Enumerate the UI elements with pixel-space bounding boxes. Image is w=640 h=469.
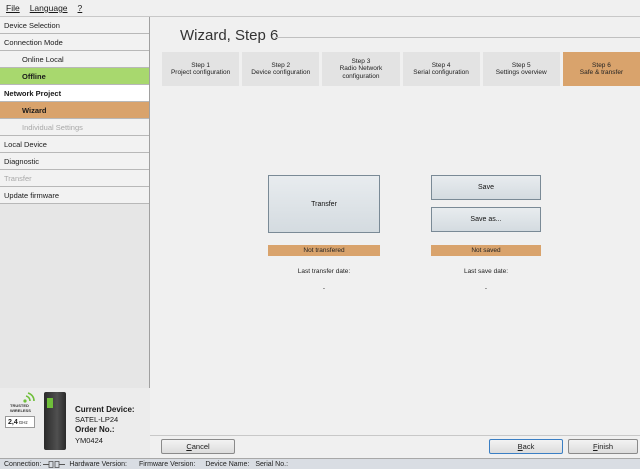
status-bar: Connection: Hardware Version: Firmware V… [0, 458, 640, 469]
step-1[interactable]: Step 1 Project configuration [162, 52, 240, 86]
title-divider [275, 37, 640, 38]
back-button[interactable]: Back [489, 439, 563, 454]
last-transfer-value: - [322, 285, 326, 292]
last-save-label: Last save date: [463, 268, 509, 275]
menu-bar: File Language ? [0, 0, 640, 17]
step-3[interactable]: Step 3 Radio Network configuration [322, 52, 400, 86]
sidebar-item-online-local[interactable]: Online Local [0, 51, 149, 68]
sidebar-item-transfer: Transfer [0, 170, 149, 187]
step-6[interactable]: Step 6 Safe & transfer [562, 52, 640, 86]
current-device-label: Current Device: [75, 405, 135, 414]
hardware-version-label: Hardware Version: [69, 460, 127, 468]
current-device-value: SATEL-LP24 [75, 415, 119, 424]
sidebar-item-local-device[interactable]: Local Device [0, 136, 149, 153]
sidebar-item-update-firmware[interactable]: Update firmware [0, 187, 149, 204]
save-button[interactable]: Save [431, 175, 541, 200]
order-no-label: Order No.: [75, 425, 115, 434]
step-5[interactable]: Step 5 Settings overview [482, 52, 560, 86]
current-device-panel: TRUSTED WIRELESS 2,4 GHz Current Device: … [0, 388, 150, 458]
menu-help[interactable]: ? [78, 3, 83, 13]
sidebar-item-device-selection[interactable]: Device Selection [0, 17, 149, 34]
last-save-value: - [484, 285, 488, 292]
last-transfer-label: Last transfer date: [297, 268, 351, 275]
save-as-button[interactable]: Save as... [431, 207, 541, 232]
main-panel: Wizard, Step 6 Step 1 Project configurat… [150, 17, 640, 458]
transfer-status-badge: Not transfered [268, 245, 380, 256]
page-title: Wizard, Step 6 [180, 27, 279, 44]
transfer-button[interactable]: Transfer [268, 175, 380, 233]
device-image [44, 392, 66, 450]
sidebar-item-connection-mode[interactable]: Connection Mode [0, 34, 149, 51]
firmware-version-label: Firmware Version: [138, 460, 196, 468]
order-no-value: YM0424 [75, 436, 103, 445]
cancel-button[interactable]: Cancel [161, 439, 235, 454]
sidebar-item-individual-settings: Individual Settings [0, 119, 149, 136]
menu-file[interactable]: File [6, 3, 20, 13]
connection-plug-icon [43, 460, 66, 468]
sidebar-item-offline[interactable]: Offline [0, 68, 149, 85]
menu-language[interactable]: Language [30, 3, 68, 13]
footer-divider [150, 435, 640, 436]
sidebar-item-diagnostic[interactable]: Diagnostic [0, 153, 149, 170]
step-2[interactable]: Step 2 Device configuration [242, 52, 320, 86]
sidebar-item-network-project[interactable]: Network Project [0, 85, 149, 102]
connection-label: Connection: [4, 460, 42, 468]
sidebar-item-wizard[interactable]: Wizard [0, 102, 149, 119]
finish-button[interactable]: Finish [568, 439, 638, 454]
device-name-label: Device Name: [205, 460, 250, 468]
band-badge: 2,4 GHz [5, 416, 35, 428]
serial-no-label: Serial No.: [255, 460, 289, 468]
save-status-badge: Not saved [431, 245, 541, 256]
step-4[interactable]: Step 4 Serial configuration [402, 52, 480, 86]
wizard-steps: Step 1 Project configuration Step 2 Devi… [162, 52, 640, 86]
trusted-wireless-text: TRUSTED WIRELESS [10, 403, 31, 413]
